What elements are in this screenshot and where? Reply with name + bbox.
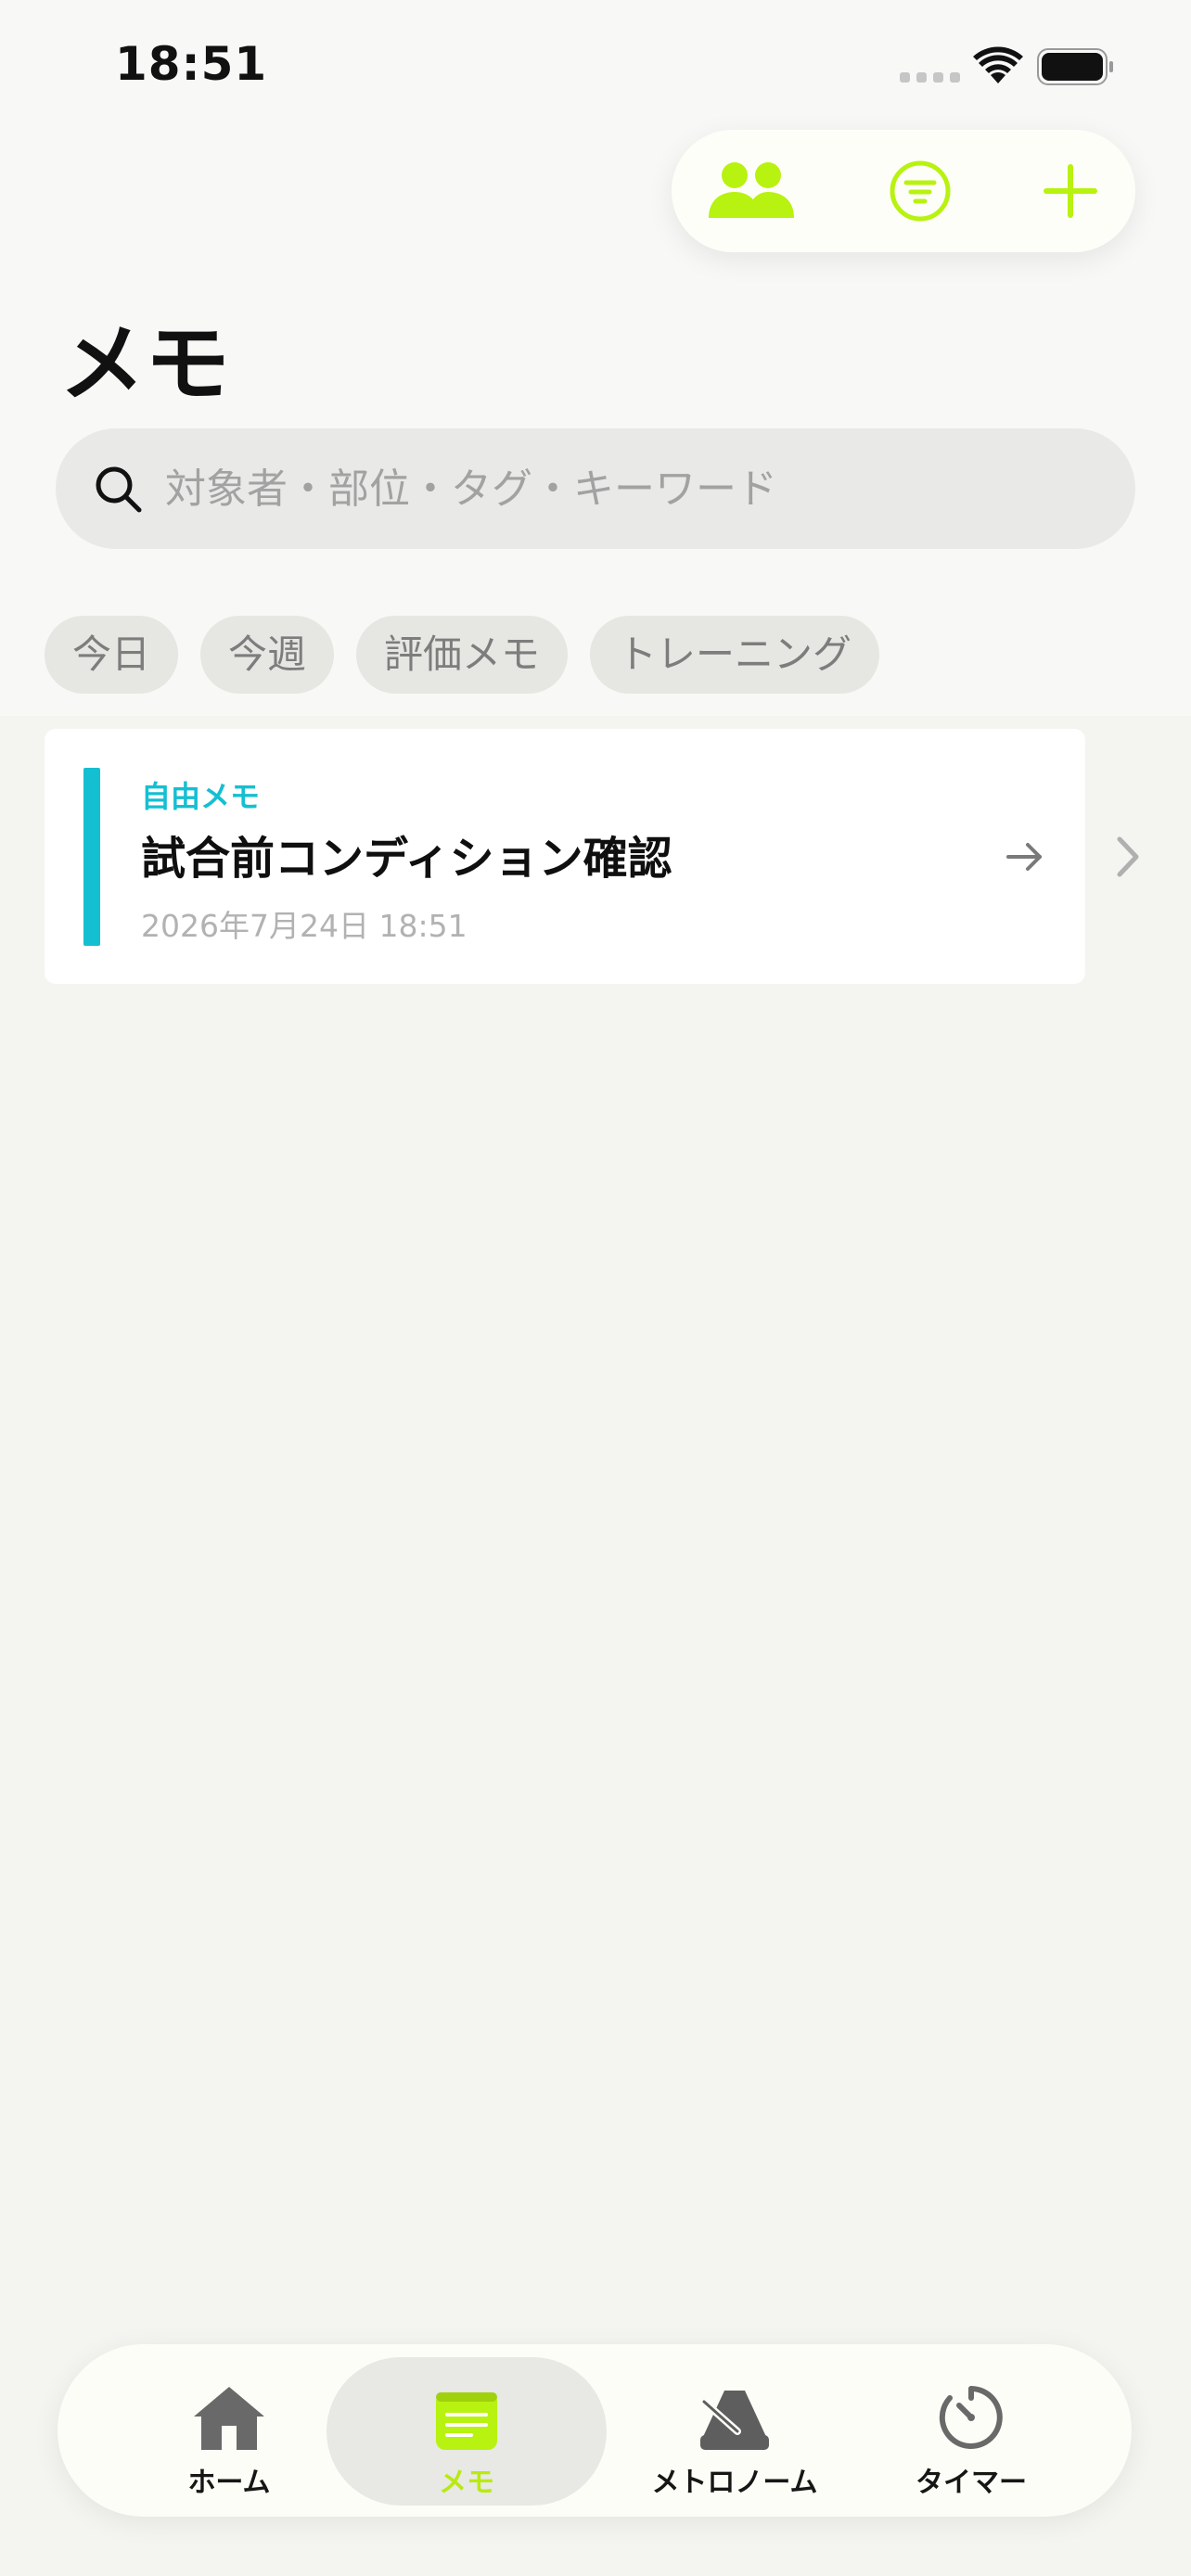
wifi-icon xyxy=(972,46,1024,91)
memo-icon xyxy=(436,2392,497,2450)
tab-label-timer: タイマー xyxy=(916,2467,1027,2499)
timer-icon xyxy=(939,2386,1003,2449)
add-memo-button[interactable] xyxy=(1026,154,1115,228)
tab-home[interactable]: ホーム xyxy=(132,2344,327,2517)
metronome-icon xyxy=(700,2391,769,2450)
memo-type-indicator xyxy=(83,768,100,946)
tab-label-memo: メモ xyxy=(439,2467,494,2499)
arrow-right-icon[interactable] xyxy=(1005,840,1044,874)
page-title: メモ xyxy=(59,314,231,414)
house-icon xyxy=(194,2387,264,2450)
chip-today[interactable]: 今日 xyxy=(45,616,179,694)
tab-bar: ホーム メモ メトロノーム タイマー xyxy=(58,2344,1132,2517)
memo-screen: 18:51 メモ 対象者・部位・タグ・キーワード 今日 今週 評価メモ トレーニ… xyxy=(0,0,1191,2576)
action-pill xyxy=(672,130,1135,252)
cellular-signal-icon xyxy=(900,72,960,83)
people-icon xyxy=(709,162,794,218)
battery-icon xyxy=(1037,46,1115,91)
chip-training[interactable]: トレーニング xyxy=(590,616,880,694)
chip-evaluation-memo[interactable]: 評価メモ xyxy=(356,616,569,694)
memo-card[interactable]: 自由メモ 試合前コンディション確認 2026年7月24日 18:51 xyxy=(45,729,1085,984)
memo-date: 2026年7月24日 18:51 xyxy=(141,908,467,944)
filter-icon xyxy=(890,160,951,222)
memo-type: 自由メモ xyxy=(141,779,261,814)
tab-label-home: ホーム xyxy=(187,2467,271,2499)
tab-metronome[interactable]: メトロノーム xyxy=(625,2344,844,2517)
search-input[interactable] xyxy=(165,428,1093,549)
chevron-right-icon xyxy=(1117,836,1139,877)
memo-title: 試合前コンディション確認 xyxy=(141,833,672,885)
search-bar[interactable] xyxy=(56,428,1135,549)
tab-timer[interactable]: タイマー xyxy=(874,2344,1069,2517)
search-icon xyxy=(96,466,142,513)
chip-this-week[interactable]: 今週 xyxy=(200,616,335,694)
status-time: 18:51 xyxy=(115,37,268,91)
filter-button[interactable] xyxy=(876,154,965,228)
filter-chips: 今日 今週 評価メモ トレーニング xyxy=(45,616,880,694)
tab-label-metronome: メトロノーム xyxy=(651,2467,818,2499)
participants-button[interactable] xyxy=(707,154,796,228)
tab-memo[interactable]: メモ xyxy=(327,2344,607,2517)
plus-icon xyxy=(1044,164,1097,218)
